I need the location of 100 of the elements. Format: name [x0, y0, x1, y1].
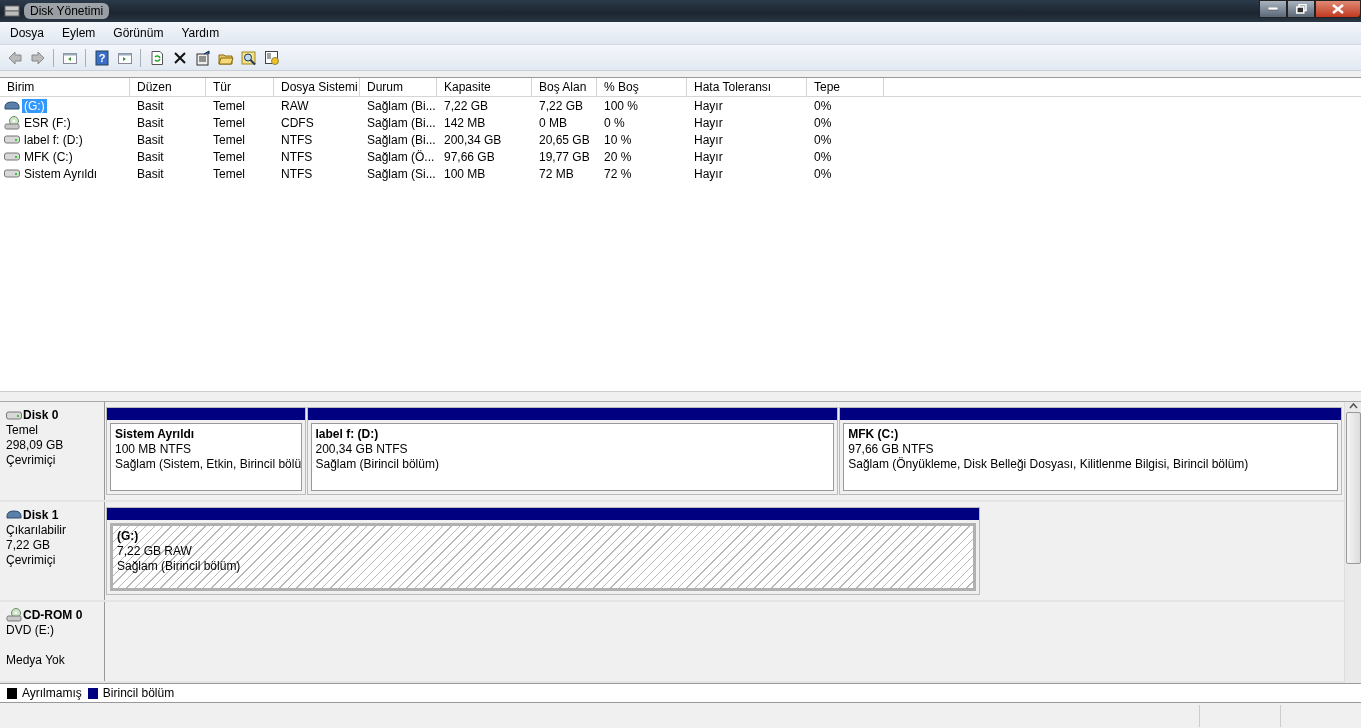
partition-size: 7,22 GB RAW [117, 544, 193, 559]
menu-item[interactable]: Görünüm [105, 24, 172, 42]
table-cell-text: RAW [280, 98, 310, 113]
table-cell-text: Sağlam (Si... [366, 166, 437, 181]
table-cell-text: Hayır [693, 149, 724, 164]
table-cell-text: 7,22 GB [443, 98, 490, 113]
removable-drive-icon [6, 510, 22, 520]
table-cell-text: 200,34 GB [443, 132, 503, 147]
partition-name: (G:) [117, 529, 140, 544]
disk-info: Çevrimiçi [6, 553, 57, 568]
legend-label: Ayrılmamış [22, 686, 82, 700]
partition-status: Sağlam (Birincil bölüm) [117, 559, 242, 574]
table-cell-text: 142 MB [443, 115, 487, 130]
partition-name: label f: (D:) [315, 427, 380, 442]
table-cell-text: Basit [136, 149, 165, 164]
table-cell-text: 0% [813, 98, 833, 113]
close-button[interactable] [1315, 0, 1361, 18]
scroll-up-icon [1348, 402, 1358, 410]
hard-drive-icon [6, 410, 22, 420]
volume-name[interactable]: ESR (F:) [22, 115, 73, 130]
scrollbar[interactable] [1344, 402, 1361, 683]
removable-drive-icon [4, 100, 20, 111]
table-cell-text: Hayır [693, 132, 724, 147]
table-cell-text: 72 MB [538, 166, 575, 181]
table-cell-text: Sağlam (Ö... [366, 149, 436, 164]
window-title: Disk Yönetimi [24, 3, 110, 19]
table-cell-text: 0% [813, 115, 833, 130]
hard-drive-icon [4, 169, 20, 178]
disk-info: Çıkarılabilir [6, 523, 67, 538]
table-cell-text: Temel [212, 149, 246, 164]
disk-name: Disk 1 [23, 508, 59, 522]
disk-name: CD-ROM 0 [23, 608, 83, 622]
menu-item[interactable]: Eylem [54, 24, 104, 42]
restore-icon [1295, 4, 1307, 14]
settings-icon [263, 49, 280, 66]
table-cell-text: Basit [136, 115, 165, 130]
table-cell-text: Hayır [693, 166, 724, 181]
table-cell-text: NTFS [280, 149, 314, 164]
table-cell-text: Basit [136, 166, 165, 181]
table-cell-text: Temel [212, 115, 246, 130]
table-cell-text: 0 % [603, 115, 626, 130]
table-cell-text: NTFS [280, 166, 314, 181]
close-icon [1332, 4, 1344, 14]
table-cell-text: 19,77 GB [538, 149, 591, 164]
volume-name[interactable]: MFK (C:) [22, 149, 75, 164]
volume-name[interactable]: Sistem Ayrıldı [22, 166, 100, 181]
disk-info: 298,09 GB [6, 438, 65, 453]
partition-block[interactable]: label f: (D:) 200,34 GB NTFS Sağlam (Birincil bölüm) [306, 407, 839, 495]
restore-button[interactable] [1287, 0, 1315, 18]
table-cell-text: 0% [813, 149, 833, 164]
volume-name[interactable]: label f: (D:) [22, 132, 85, 147]
table-cell-text: 10 % [603, 132, 633, 147]
disk-info: Medya Yok [6, 653, 66, 668]
hard-drive-icon [4, 135, 20, 144]
optical-drive-icon [6, 608, 22, 622]
disk-info: Çevrimiçi [6, 453, 57, 468]
app-icon [4, 4, 20, 18]
delete-icon [171, 49, 188, 66]
table-cell-text: 100 MB [443, 166, 487, 181]
partition-block[interactable]: MFK (C:) 97,66 GB NTFS Sağlam (Önyükleme, Disk Belleği Dosyası, Kilitlenme Bilgisi, Birincil bölüm) [839, 407, 1342, 495]
table-cell-text: Sağlam (Bi... [366, 98, 437, 113]
partition-size: 200,34 GB NTFS [315, 442, 409, 457]
search-icon [240, 49, 257, 66]
table-cell-text: NTFS [280, 132, 314, 147]
scroll-thumb[interactable] [1345, 412, 1361, 564]
table-cell-text: Temel [212, 166, 246, 181]
partition-name: MFK (C:) [848, 427, 900, 442]
menu-item[interactable]: Yardım [173, 24, 228, 42]
disk-info: 7,22 GB [6, 538, 52, 553]
partition-size: 100 MB NTFS [115, 442, 193, 457]
hard-drive-icon [4, 152, 20, 161]
disk-name: Disk 0 [23, 408, 59, 422]
table-cell-text: 100 % [603, 98, 640, 113]
table-cell-text: CDFS [280, 115, 315, 130]
table-cell-text: 97,66 GB [443, 149, 496, 164]
partition-block[interactable]: Sistem Ayrıldı 100 MB NTFS Sağlam (Sistem, Etkin, Birincil bölü [106, 407, 306, 495]
partition-status: Sağlam (Birincil bölüm) [315, 457, 440, 472]
disk-info: DVD (E:) [6, 623, 55, 638]
table-cell-text: 0 MB [538, 115, 568, 130]
table-cell-text: 7,22 GB [538, 98, 585, 113]
table-cell-text: Basit [136, 132, 165, 147]
partition-name: Sistem Ayrıldı [115, 427, 196, 442]
forward-arrow-icon [29, 49, 46, 66]
table-cell-text: 72 % [603, 166, 633, 181]
minimize-icon [1268, 7, 1278, 11]
table-cell-text: Sağlam (Bi... [366, 115, 437, 130]
refresh-icon [148, 49, 165, 66]
legend-label: Birincil bölüm [102, 686, 175, 700]
table-cell-text: Sağlam (Bi... [366, 132, 437, 147]
table-cell-text: Hayır [693, 98, 724, 113]
toolbar-button[interactable]: ? [91, 47, 112, 68]
minimize-button[interactable] [1259, 0, 1287, 18]
table-cell-text: Temel [212, 132, 246, 147]
table-cell-text: 20 % [603, 149, 633, 164]
partition-block[interactable]: (G:) 7,22 GB RAW Sağlam (Birincil bölüm) [106, 507, 981, 595]
table-cell-text: Hayır [693, 115, 724, 130]
optical-drive-icon [4, 115, 20, 130]
back-arrow-icon [6, 49, 23, 66]
properties-icon [194, 49, 211, 66]
menu-item[interactable]: Dosya [2, 24, 52, 42]
